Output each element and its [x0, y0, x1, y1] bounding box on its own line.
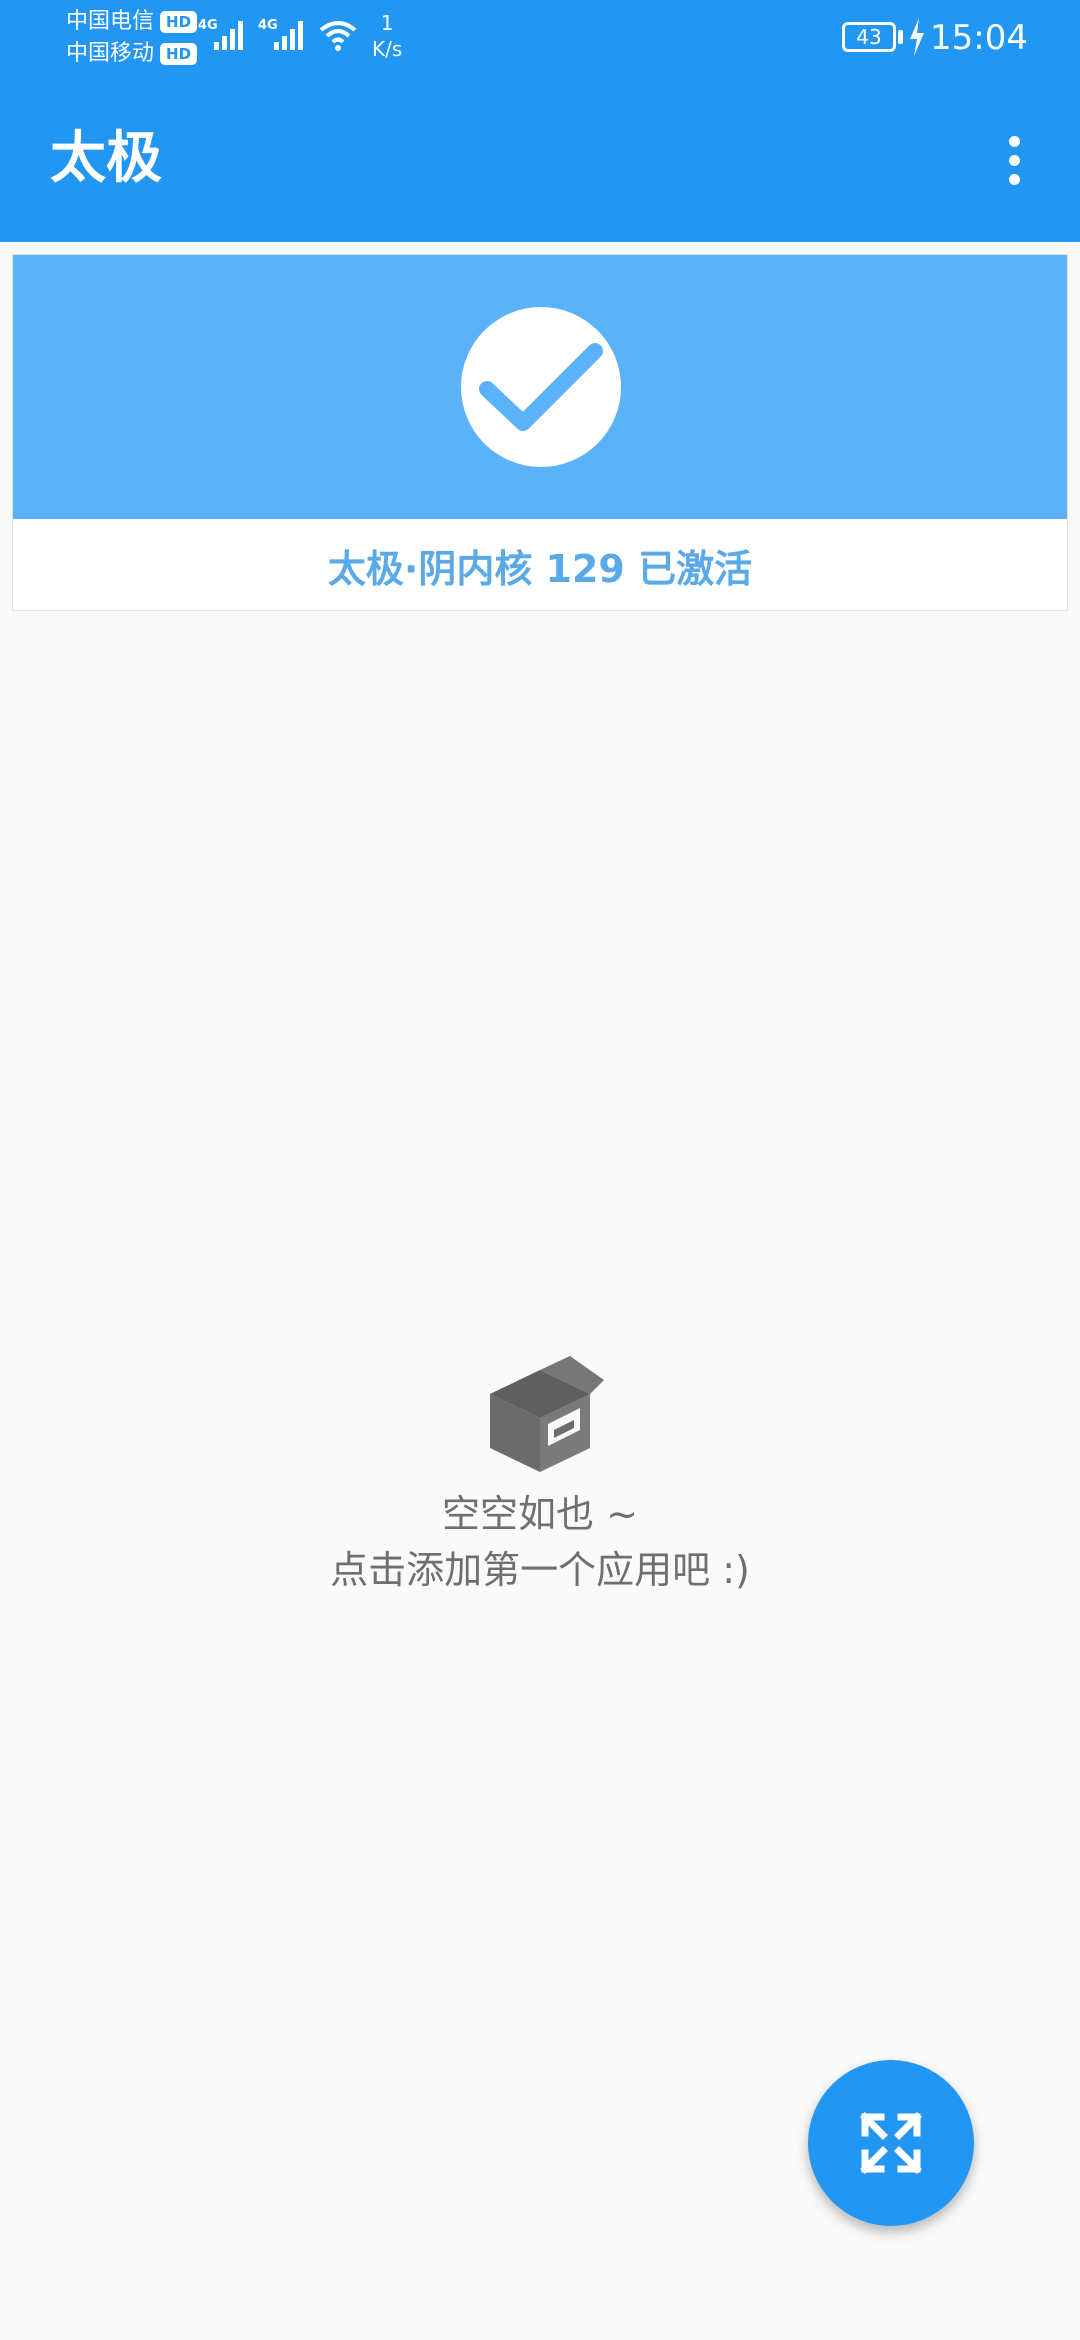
- app-bar: 太极: [0, 78, 1080, 242]
- network-speed-unit: K/s: [372, 37, 403, 61]
- check-circle: [461, 307, 621, 467]
- empty-hint: 点击添加第一个应用吧 :): [330, 1548, 750, 1592]
- clock: 15:04: [930, 18, 1028, 58]
- carrier-1-name: 中国电信: [66, 9, 155, 34]
- activation-status-text: 太极·阴内核 129 已激活: [327, 546, 753, 591]
- charging-icon: [910, 18, 924, 56]
- network-speed-value: 1: [380, 11, 394, 35]
- battery-cap: [898, 30, 903, 44]
- add-app-fab[interactable]: [808, 2060, 974, 2226]
- app-title: 太极: [50, 126, 162, 191]
- empty-state: 空空如也 ~ 点击添加第一个应用吧 :): [0, 1350, 1080, 1598]
- empty-title: 空空如也 ~: [442, 1492, 638, 1536]
- open-box-icon: [490, 1356, 604, 1472]
- expand-arrows-icon: [860, 2112, 922, 2174]
- overflow-dot: [1008, 173, 1020, 185]
- signal-1-icon: [214, 21, 243, 50]
- overflow-dot: [1008, 154, 1020, 166]
- battery-level: 43: [856, 25, 882, 49]
- carrier-2-name: 中国移动: [66, 41, 155, 66]
- carrier-info: 中国电信 HD 中国移动 HD: [66, 6, 198, 70]
- signal-2-icon: [274, 21, 303, 50]
- more-vert-icon[interactable]: [990, 124, 1038, 196]
- status-card[interactable]: 太极·阴内核 129 已激活: [12, 254, 1068, 611]
- check-icon: [479, 343, 603, 431]
- battery-icon: 43: [842, 22, 896, 52]
- overflow-dot: [1008, 135, 1020, 147]
- status-card-banner: [13, 255, 1067, 519]
- wifi-icon: [319, 21, 357, 51]
- hd-badge-1: HD: [160, 11, 198, 33]
- hd-badge-2: HD: [160, 43, 198, 65]
- network-speed: 1 K/s: [372, 10, 402, 62]
- status-bar: 中国电信 HD 中国移动 HD 4G 4G 1 K/s 43 15:04: [0, 0, 1080, 78]
